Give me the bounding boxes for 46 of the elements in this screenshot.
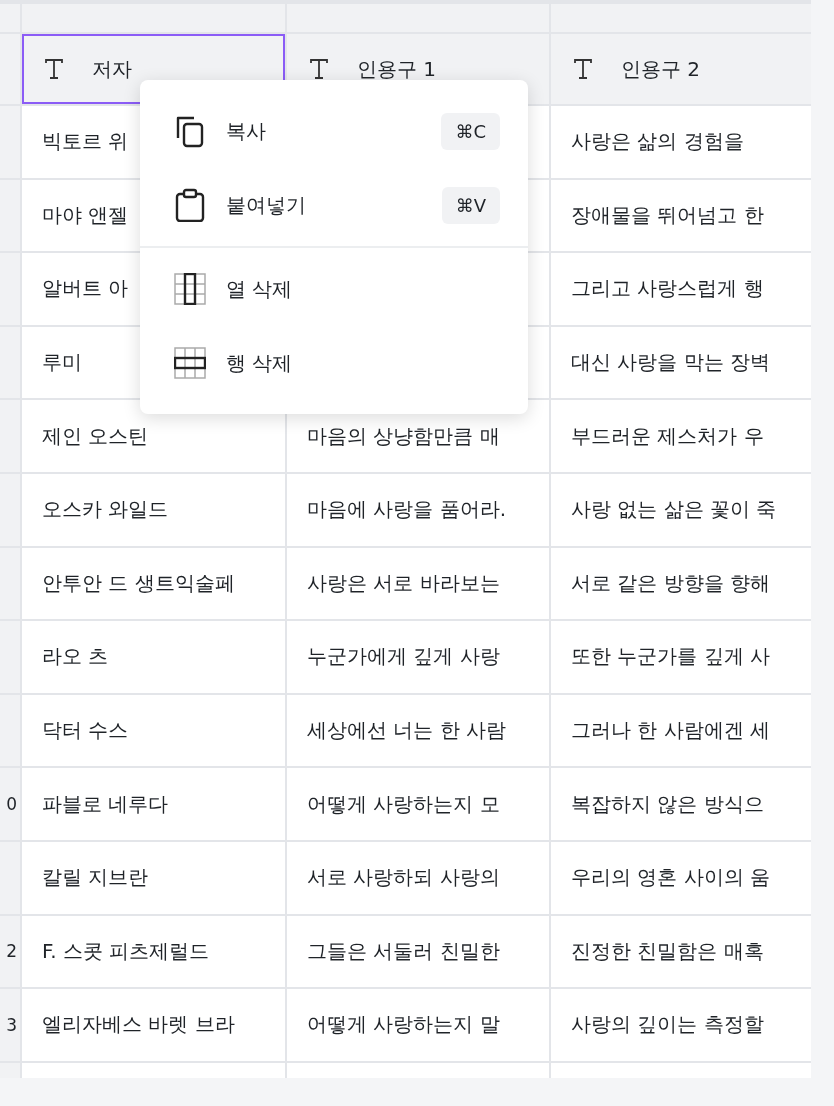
- table-cell: 오스카 와일드: [22, 473, 285, 546]
- table-cell: 사랑은 삶의 경험을: [551, 106, 811, 178]
- table-cell: 대신 사랑을 막는 장벽: [551, 326, 811, 399]
- table-cell: 세상에선 너는 한 사람: [287, 694, 549, 767]
- copy-icon: [174, 114, 206, 148]
- delete-column-icon: [174, 273, 206, 305]
- row-number-cell: 3: [0, 989, 20, 1061]
- table-cell: 엘리자베스 바렛 브라: [22, 989, 285, 1061]
- shortcut-key: ⌘V: [441, 186, 500, 224]
- menu-item-label: 복사: [226, 117, 267, 145]
- clipboard-icon: [174, 188, 206, 222]
- text-type-icon: [573, 58, 593, 80]
- table-cell: 누군가에게 깊게 사랑: [287, 621, 549, 693]
- column-title: 인용구 1: [357, 55, 437, 83]
- table-cell: 그러나 한 사람에겐 세: [551, 694, 811, 767]
- column-title: 저자: [92, 55, 132, 83]
- table-cell: 사랑의 깊이는 측정할: [551, 989, 811, 1061]
- table-cell: 안투안 드 생트익술페: [22, 547, 285, 620]
- table-cell: 라오 츠: [22, 621, 285, 693]
- table-cell: 사랑 없는 삶은 꽃이 죽: [551, 473, 811, 546]
- column-title: 인용구 2: [621, 55, 701, 83]
- column-header[interactable]: 인용구 2: [551, 34, 811, 104]
- table-cell: 우리의 영혼 사이의 움: [551, 841, 811, 914]
- table-cell: 어떻게 사랑하는지 모: [287, 768, 549, 840]
- table-cell: 그리고 사랑스럽게 행: [551, 253, 811, 325]
- row-number-cell: 0: [0, 768, 20, 840]
- table-cell: 부드러운 제스처가 우: [551, 400, 811, 472]
- table-cell: 어떻게 사랑하는지 말: [287, 989, 549, 1061]
- table-cell: 사랑은 서로 바라보는: [287, 547, 549, 620]
- table-cell: 파블로 네루다: [22, 768, 285, 840]
- table-cell: 복잡하지 않은 방식으: [551, 768, 811, 840]
- table-cell: 칼릴 지브란: [22, 841, 285, 914]
- table-cell: 서로 같은 방향을 향해: [551, 547, 811, 620]
- table-cell: F. 스콧 피츠제럴드: [22, 915, 285, 988]
- table-cell: 장애물을 뛰어넘고 한: [551, 179, 811, 252]
- text-type-icon: [44, 58, 64, 80]
- table-cell: 마음에 사랑을 품어라.: [287, 473, 549, 546]
- table-cell: 서로 사랑하되 사랑의: [287, 841, 549, 914]
- table-cell: 진정한 친밀함은 매혹: [551, 915, 811, 988]
- table-cell: 그들은 서둘러 친밀한: [287, 915, 549, 988]
- delete-row-icon: [174, 347, 206, 379]
- table-cell: 닥터 수스: [22, 694, 285, 767]
- text-type-icon: [309, 58, 329, 80]
- shortcut-key: ⌘C: [441, 112, 500, 150]
- table-cell: 또한 누군가를 깊게 사: [551, 621, 811, 693]
- row-number-cell: 2: [0, 915, 20, 988]
